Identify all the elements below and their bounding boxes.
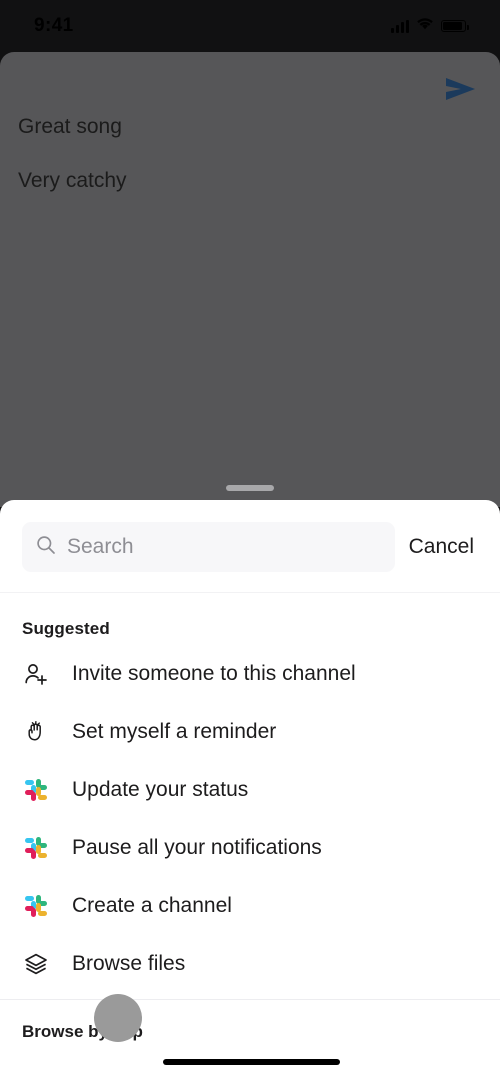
search-icon — [36, 535, 56, 560]
touch-indicator — [94, 994, 142, 1042]
shortcuts-bottom-sheet: Search Cancel Suggested Invite someone t… — [0, 500, 500, 1080]
list-item-label: Invite someone to this channel — [72, 662, 356, 685]
status-bar: 9:41 — [0, 0, 500, 52]
conversation-backdrop: Great song Very catchy — [0, 52, 500, 507]
reminder-hand-icon — [22, 719, 50, 745]
list-item-label: Browse files — [72, 952, 186, 975]
list-item-label: Pause all your notifications — [72, 836, 322, 859]
list-item-create-channel[interactable]: Create a channel — [0, 877, 500, 935]
list-item-invite-someone[interactable]: Invite someone to this channel — [0, 645, 500, 703]
list-item-pause-notifications[interactable]: Pause all your notifications — [0, 819, 500, 877]
search-input[interactable]: Search — [22, 522, 395, 572]
search-row: Search Cancel — [0, 500, 500, 572]
slack-logo-icon — [22, 837, 50, 859]
section-title-suggested: Suggested — [22, 619, 110, 638]
layers-icon — [22, 951, 50, 977]
status-icons — [391, 17, 469, 35]
list-item-label: Create a channel — [72, 894, 232, 917]
list-item-label: Update your status — [72, 778, 249, 801]
wifi-icon — [416, 17, 434, 35]
suggested-list: Invite someone to this channel Set mysel… — [0, 639, 500, 993]
search-placeholder: Search — [67, 535, 134, 558]
list-item-browse-files[interactable]: Browse files — [0, 935, 500, 993]
person-add-icon — [22, 661, 50, 687]
list-item-update-status[interactable]: Update your status — [0, 761, 500, 819]
battery-icon — [441, 20, 469, 32]
list-item-set-reminder[interactable]: Set myself a reminder — [0, 703, 500, 761]
cancel-button[interactable]: Cancel — [403, 535, 480, 559]
drag-handle[interactable] — [226, 485, 274, 491]
home-indicator[interactable] — [163, 1059, 340, 1065]
slack-logo-icon — [22, 895, 50, 917]
status-time: 9:41 — [34, 15, 74, 36]
slack-logo-icon — [22, 779, 50, 801]
list-item-label: Set myself a reminder — [72, 720, 277, 743]
message-text: Very catchy — [18, 169, 127, 192]
message-text: Great song — [18, 115, 122, 138]
browse-by-app-row[interactable]: Browse by app — [0, 1000, 500, 1042]
send-icon[interactable] — [444, 76, 478, 107]
cellular-signal-icon — [391, 19, 409, 33]
phone-screen: 9:41 Great song Very catchy Search Cance… — [0, 0, 500, 1080]
